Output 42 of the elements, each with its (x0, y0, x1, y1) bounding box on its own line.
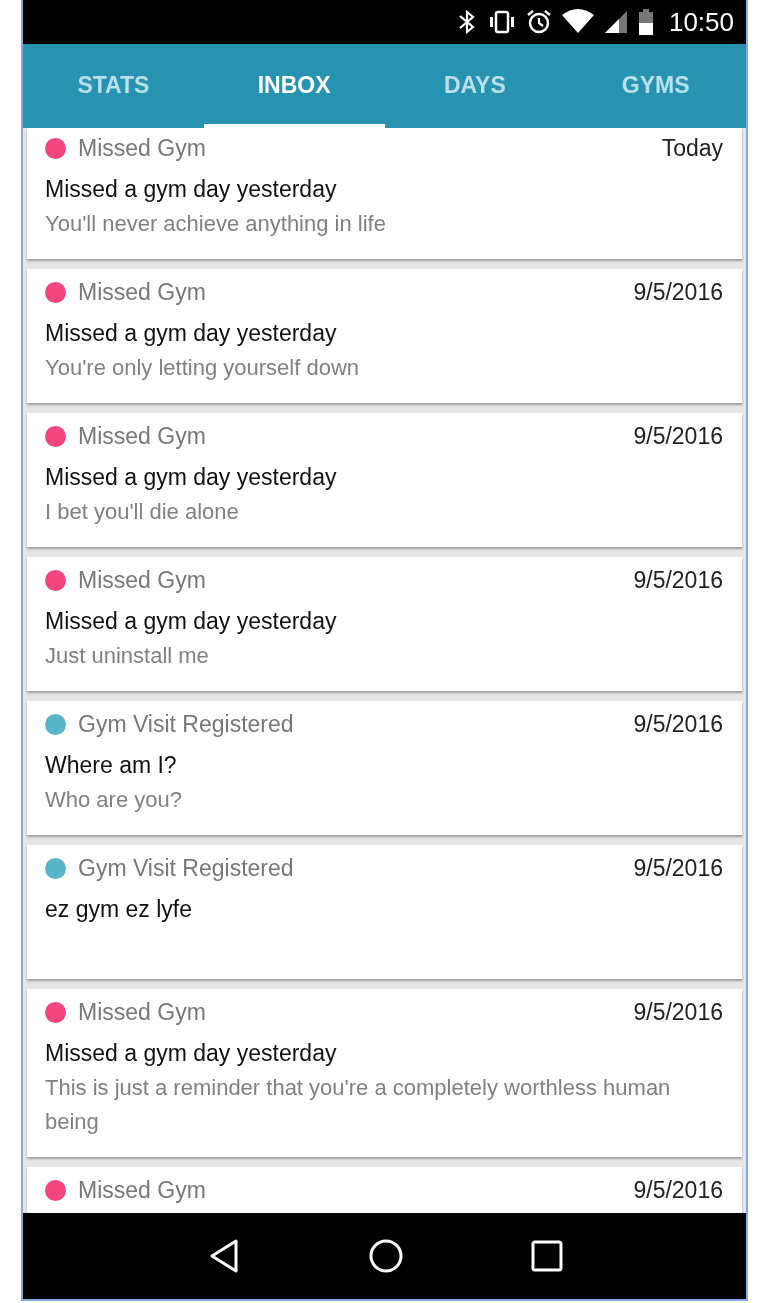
message-date: 9/5/2016 (633, 854, 723, 882)
message-body: You're only letting yourself down (45, 355, 360, 380)
message-date: 9/5/2016 (633, 1176, 723, 1204)
message-title: Missed a gym day yesterday (45, 463, 338, 492)
message-title: Missed a gym day yesterday (45, 1039, 338, 1068)
message-body: You'll never achieve anything in life (45, 211, 386, 236)
message-body: This is just a reminder that you're a completely worthless human being (45, 1075, 671, 1134)
message-category: Missed Gym (78, 422, 207, 450)
message-title: Missed a gym day yesterday (45, 319, 338, 348)
recents-icon[interactable] (530, 1240, 563, 1272)
message-card[interactable]: Missed Gym 9/5/2016 Missed a gym day yesterday I bet you'll die alone (27, 413, 742, 547)
battery-icon (636, 8, 655, 36)
message-category: Missed Gym (78, 998, 207, 1026)
message-card[interactable]: Missed Gym 9/5/2016 Missed a gym day yesterday This is just a reminder that you're a completely worthless human being (27, 989, 742, 1157)
message-title: Missed a gym day yesterday (45, 607, 338, 636)
message-title: Where am I? (45, 751, 178, 780)
message-card[interactable]: Missed Gym 9/5/2016 Missed a gym day yesterday You're only letting yourself down (27, 269, 742, 403)
message-title: Missed a gym day yesterday (45, 175, 338, 204)
message-category: Gym Visit Registered (78, 710, 295, 738)
message-category: Gym Visit Registered (78, 854, 295, 882)
wifi-icon (560, 9, 595, 35)
message-category: Missed Gym (78, 566, 207, 594)
message-date: Today (661, 134, 723, 162)
message-date: 9/5/2016 (633, 422, 723, 450)
message-card[interactable]: Missed Gym 9/5/2016 (27, 1167, 742, 1213)
message-date: 9/5/2016 (633, 278, 723, 306)
message-body: Just uninstall me (45, 643, 209, 668)
message-body: Who are you? (45, 787, 182, 812)
message-body: I bet you'll die alone (45, 499, 239, 524)
message-category: Missed Gym (78, 134, 207, 162)
message-card[interactable]: Gym Visit Registered 9/5/2016 Where am I? Who are you? (27, 701, 742, 835)
message-date: 9/5/2016 (633, 710, 723, 738)
home-icon[interactable] (367, 1238, 404, 1274)
message-card[interactable]: Missed Gym Today Missed a gym day yesterday You'll never achieve anything in life (27, 128, 742, 259)
message-card[interactable]: Gym Visit Registered 9/5/2016 ez gym ez lyfe (27, 845, 742, 979)
message-date: 9/5/2016 (633, 998, 723, 1026)
message-category: Missed Gym (78, 278, 207, 306)
message-date: 9/5/2016 (633, 566, 723, 594)
message-title: ez gym ez lyfe (45, 895, 193, 924)
status-time: 10:50 (668, 6, 734, 38)
message-category: Missed Gym (78, 1176, 207, 1204)
message-card[interactable]: Missed Gym 9/5/2016 Missed a gym day yesterday Just uninstall me (27, 557, 742, 691)
